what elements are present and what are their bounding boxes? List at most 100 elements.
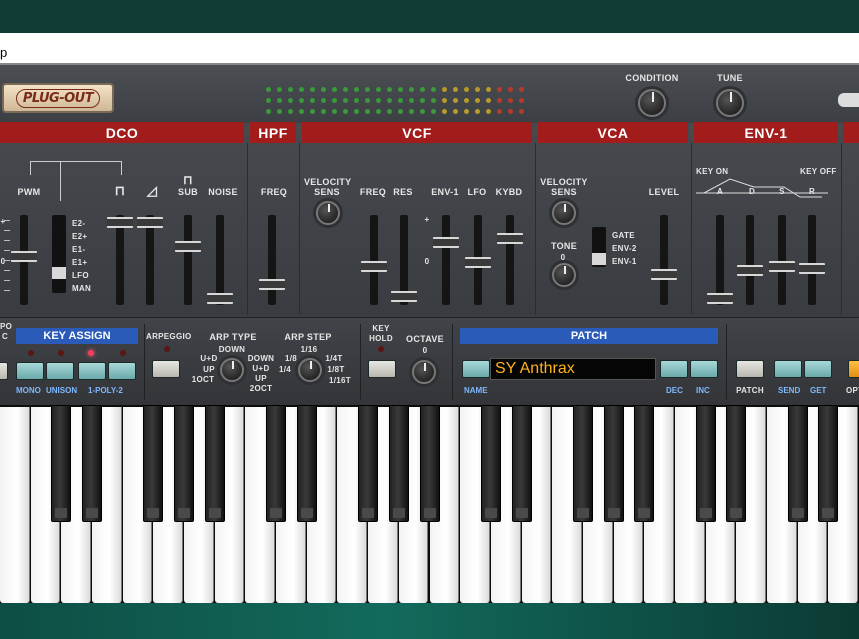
env1-attack-fader[interactable]: [707, 215, 733, 305]
vcf-env1-fader[interactable]: [433, 215, 459, 305]
black-key[interactable]: [818, 405, 839, 522]
vcf-env1-label: ENV-1: [431, 187, 459, 197]
meter-led: [321, 87, 326, 92]
square-fader[interactable]: [107, 215, 133, 305]
unison-button[interactable]: [46, 362, 74, 380]
meter-led: [354, 98, 359, 103]
vca-level-label: LEVEL: [648, 187, 680, 197]
vca-body: [536, 143, 692, 315]
meter-led: [497, 87, 502, 92]
plug-out-logo-button[interactable]: PLUG-OUT: [2, 83, 114, 113]
arp-step-knob[interactable]: [298, 358, 322, 382]
vcf-freq-fader[interactable]: [361, 215, 387, 305]
meter-led: [288, 87, 293, 92]
black-key[interactable]: [266, 405, 287, 522]
vcf-res-label: RES: [393, 187, 413, 197]
meter-led: [420, 87, 425, 92]
meter-led: [387, 87, 392, 92]
env-stage-s: S: [779, 187, 785, 196]
key-hold-button[interactable]: [368, 360, 396, 378]
name-button[interactable]: [462, 360, 490, 378]
arpeggio-button[interactable]: [152, 360, 180, 378]
black-key[interactable]: [388, 405, 409, 522]
meter-led: [420, 109, 425, 114]
meter-led: [321, 98, 326, 103]
panel-header: PLUG-OUT CONDITION TUNE: [0, 65, 859, 123]
key-assign-header: KEY ASSIGN: [16, 328, 138, 344]
vcf-res-fader[interactable]: [391, 215, 417, 305]
meter-led: [508, 98, 513, 103]
octave-knob[interactable]: [412, 360, 436, 384]
meter-led: [409, 98, 414, 103]
vcf-lfo-fader[interactable]: [465, 215, 491, 305]
meter-led: [508, 109, 513, 114]
meter-led: [387, 98, 392, 103]
black-key[interactable]: [572, 405, 593, 522]
black-key[interactable]: [787, 405, 808, 522]
tune-knob[interactable]: [716, 89, 744, 117]
env1-sustain-fader[interactable]: [769, 215, 795, 305]
keyboard: [0, 405, 859, 603]
option-button[interactable]: [848, 360, 859, 378]
poly2-button[interactable]: [108, 362, 136, 380]
pwm-mod-switch[interactable]: [52, 215, 66, 293]
unison-led: [58, 350, 64, 356]
vcf-kybd-fader[interactable]: [497, 215, 523, 305]
condition-knob[interactable]: [638, 89, 666, 117]
meter-led: [464, 109, 469, 114]
noise-fader[interactable]: [207, 215, 233, 305]
inc-button[interactable]: [690, 360, 718, 378]
black-key[interactable]: [204, 405, 225, 522]
vca-velocity-knob[interactable]: [552, 201, 576, 225]
arp-step-1-8: 1/8: [284, 354, 298, 363]
meter-led: [343, 87, 348, 92]
hpf-freq-fader[interactable]: [259, 215, 285, 305]
black-key[interactable]: [695, 405, 716, 522]
section-dco: DCO: [0, 122, 244, 143]
arp-type-2oct: 2OCT: [249, 384, 273, 393]
black-key[interactable]: [419, 405, 440, 522]
send-button[interactable]: [774, 360, 802, 378]
get-button[interactable]: [804, 360, 832, 378]
black-key[interactable]: [82, 405, 103, 522]
vca-tone-knob[interactable]: [552, 263, 576, 287]
black-key[interactable]: [603, 405, 624, 522]
window-titlebar: p: [0, 33, 859, 63]
section-env2-fragment: [843, 122, 859, 143]
sub-fader[interactable]: [175, 215, 201, 305]
meter-led: [277, 109, 282, 114]
black-key[interactable]: [296, 405, 317, 522]
vca-env-switch[interactable]: [592, 227, 606, 267]
patch-button[interactable]: [736, 360, 764, 378]
meter-led: [431, 109, 436, 114]
arp-type-knob[interactable]: [220, 358, 244, 382]
send-label: SEND: [778, 386, 801, 395]
opt-label-fragment: OPT: [846, 386, 859, 395]
black-key[interactable]: [51, 405, 72, 522]
meter-led: [277, 98, 282, 103]
env1-release-fader[interactable]: [799, 215, 825, 305]
black-key[interactable]: [726, 405, 747, 522]
pwm-fader[interactable]: [11, 215, 37, 305]
vca-src-env1: ENV-1: [612, 257, 637, 266]
arp-step-1-4t: 1/4T: [325, 354, 343, 363]
vcf-velocity-knob[interactable]: [316, 201, 340, 225]
saw-fader[interactable]: [137, 215, 163, 305]
black-key[interactable]: [358, 405, 379, 522]
mono-button[interactable]: [16, 362, 44, 380]
black-key[interactable]: [174, 405, 195, 522]
vca-level-fader[interactable]: [651, 215, 677, 305]
black-key[interactable]: [480, 405, 501, 522]
mod-src-man: MAN: [72, 284, 92, 293]
env1-decay-fader[interactable]: [737, 215, 763, 305]
meter-led: [310, 109, 315, 114]
dec-button[interactable]: [660, 360, 688, 378]
poly1-button[interactable]: [78, 362, 106, 380]
white-key[interactable]: [0, 407, 30, 603]
vcf-body: [300, 143, 536, 315]
black-key[interactable]: [511, 405, 532, 522]
portamento-button[interactable]: [0, 362, 8, 380]
meter-led: [486, 87, 491, 92]
black-key[interactable]: [143, 405, 164, 522]
black-key[interactable]: [634, 405, 655, 522]
